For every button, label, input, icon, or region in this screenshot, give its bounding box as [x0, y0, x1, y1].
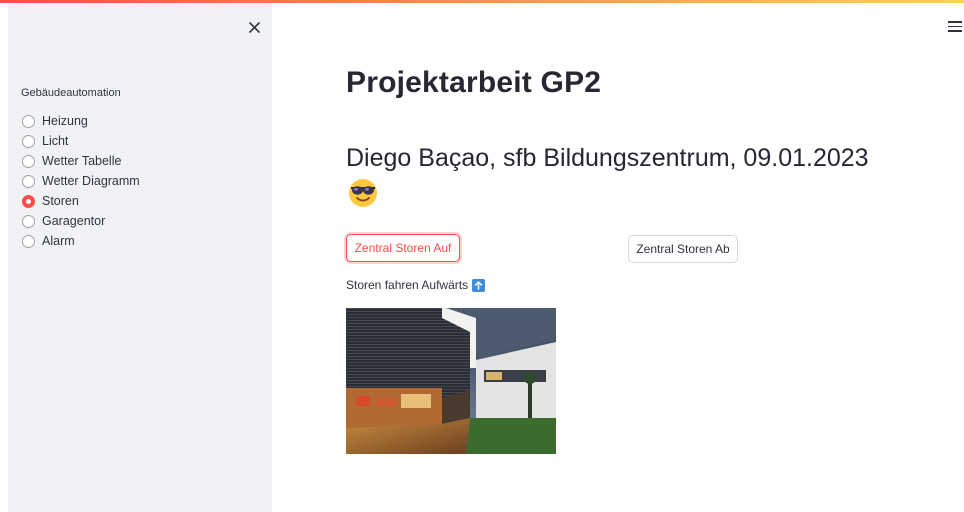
page-title: Projektarbeit GP2 [346, 66, 602, 99]
radio-option-label: Heizung [42, 114, 88, 128]
radio-group-label: Gebäudeautomation [21, 87, 121, 99]
radio-option-heizung[interactable]: Heizung [22, 111, 140, 131]
radio-option-licht[interactable]: Licht [22, 131, 140, 151]
close-sidebar-button[interactable] [244, 17, 264, 37]
close-icon [248, 21, 260, 33]
hamburger-line [948, 30, 962, 32]
arrow-up-icon [472, 278, 486, 292]
radio-button-icon [22, 234, 35, 248]
radio-option-label: Garagentor [42, 214, 106, 228]
radio-option-alarm[interactable]: Alarm [22, 231, 140, 251]
radio-option-label: Licht [42, 134, 69, 148]
radio-button-icon [22, 114, 35, 128]
radio-button-selected-icon [22, 194, 35, 208]
central-blinds-down-button[interactable]: Zentral Storen Ab [628, 235, 738, 263]
radio-button-icon [22, 214, 35, 228]
hamburger-line [948, 21, 962, 23]
status-text: Storen fahren Aufwärts [346, 278, 469, 292]
page-subtitle: Diego Baçao, sfb Bildungszentrum, 09.01.… [346, 144, 869, 172]
radio-option-label: Alarm [42, 234, 75, 248]
hamburger-line [948, 25, 962, 28]
radio-button-icon [22, 174, 35, 188]
navigation-radio-group: Heizung Licht Wetter Tabelle Wetter Diag… [22, 111, 140, 251]
radio-option-storen[interactable]: Storen [22, 191, 140, 211]
app-page: Gebäudeautomation Heizung Licht Wetter T… [0, 0, 964, 512]
sidebar: Gebäudeautomation Heizung Licht Wetter T… [8, 3, 272, 512]
radio-option-wetter-tabelle[interactable]: Wetter Tabelle [22, 151, 140, 171]
radio-option-label: Wetter Tabelle [42, 154, 122, 168]
radio-option-garagentor[interactable]: Garagentor [22, 211, 140, 231]
roller-shutter-house-photo [346, 308, 556, 454]
sunglasses-face-icon [349, 179, 377, 207]
radio-option-wetter-diagramm[interactable]: Wetter Diagramm [22, 171, 140, 191]
status-message: Storen fahren Aufwärts [346, 278, 486, 292]
radio-option-label: Storen [42, 194, 79, 208]
radio-button-icon [22, 134, 35, 148]
radio-option-label: Wetter Diagramm [42, 174, 140, 188]
main-menu-button[interactable] [948, 21, 962, 33]
central-blinds-up-button[interactable]: Zentral Storen Auf [346, 234, 460, 262]
radio-button-icon [22, 154, 35, 168]
